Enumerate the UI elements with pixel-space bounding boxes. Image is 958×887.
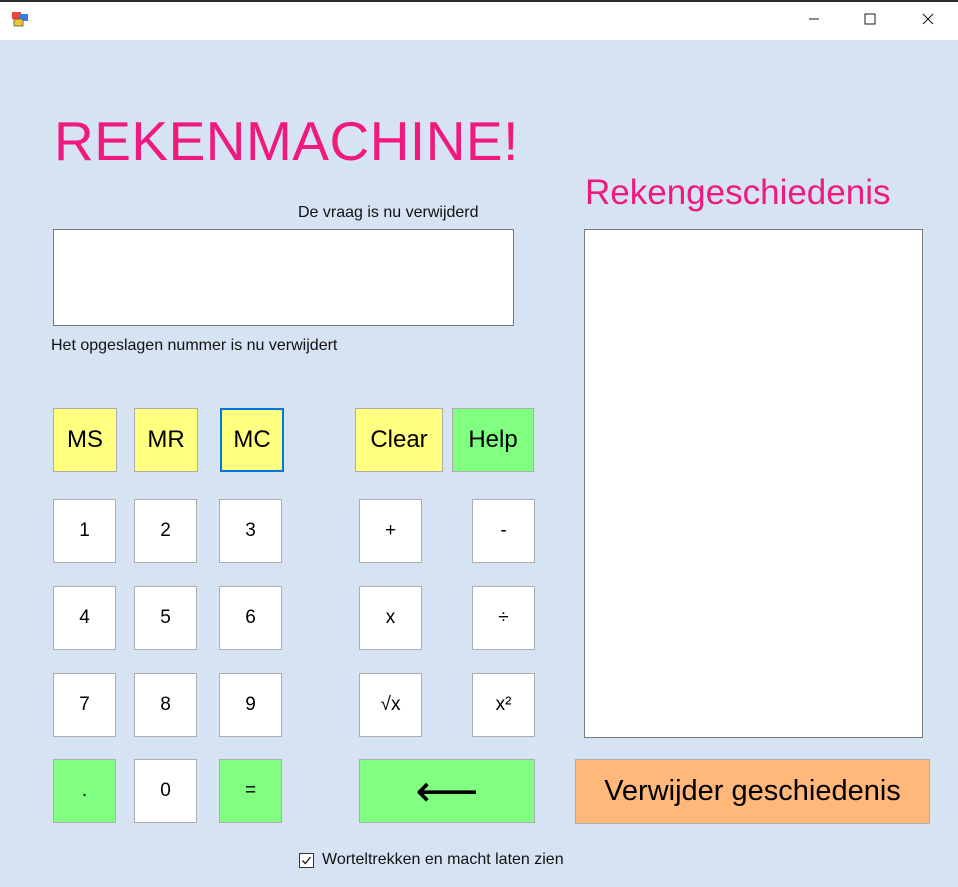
- digit-9-button[interactable]: 9: [219, 673, 282, 737]
- plus-button[interactable]: +: [359, 499, 422, 563]
- minimize-icon: [808, 12, 820, 30]
- clear-history-button[interactable]: Verwijder geschiedenis: [575, 759, 930, 824]
- divide-button[interactable]: ÷: [472, 586, 535, 650]
- clear-button[interactable]: Clear: [355, 408, 443, 472]
- checkmark-icon: [301, 856, 312, 865]
- show-advanced-label: Worteltrekken en macht laten zien: [322, 851, 564, 868]
- page-title: REKENMACHINE!: [54, 110, 519, 172]
- close-icon: [922, 12, 934, 30]
- app-icon[interactable]: [11, 11, 29, 27]
- window-titlebar: [0, 0, 958, 40]
- digit-7-button[interactable]: 7: [53, 673, 116, 737]
- memory-status-label: Het opgeslagen nummer is nu verwijdert: [51, 337, 338, 354]
- digit-5-button[interactable]: 5: [134, 586, 197, 650]
- help-button[interactable]: Help: [452, 408, 534, 472]
- digit-8-button[interactable]: 8: [134, 673, 197, 737]
- minimize-button[interactable]: [786, 2, 842, 40]
- digit-3-button[interactable]: 3: [219, 499, 282, 563]
- show-advanced-checkbox[interactable]: [299, 852, 314, 868]
- close-button[interactable]: [900, 2, 956, 40]
- digit-0-button[interactable]: 0: [134, 759, 197, 823]
- digit-4-button[interactable]: 4: [53, 586, 116, 650]
- memory-recall-button[interactable]: MR: [134, 408, 198, 472]
- question-status-label: De vraag is nu verwijderd: [298, 204, 479, 221]
- history-title: Rekengeschiedenis: [585, 173, 891, 212]
- decimal-point-button[interactable]: .: [53, 759, 116, 823]
- digit-6-button[interactable]: 6: [219, 586, 282, 650]
- square-button[interactable]: x²: [472, 673, 535, 737]
- memory-store-button[interactable]: MS: [53, 408, 117, 472]
- calculator-display[interactable]: [53, 229, 514, 326]
- equals-button[interactable]: =: [219, 759, 282, 823]
- memory-clear-button[interactable]: MC: [220, 408, 284, 472]
- maximize-button[interactable]: [842, 2, 898, 40]
- digit-1-button[interactable]: 1: [53, 499, 116, 563]
- backspace-button[interactable]: ⟵: [359, 759, 535, 823]
- minus-button[interactable]: -: [472, 499, 535, 563]
- multiply-button[interactable]: x: [359, 586, 422, 650]
- history-list[interactable]: [584, 229, 923, 738]
- square-root-button[interactable]: √x: [359, 673, 422, 737]
- maximize-icon: [864, 12, 876, 30]
- show-advanced-option[interactable]: Worteltrekken en macht laten zien: [299, 850, 564, 870]
- digit-2-button[interactable]: 2: [134, 499, 197, 563]
